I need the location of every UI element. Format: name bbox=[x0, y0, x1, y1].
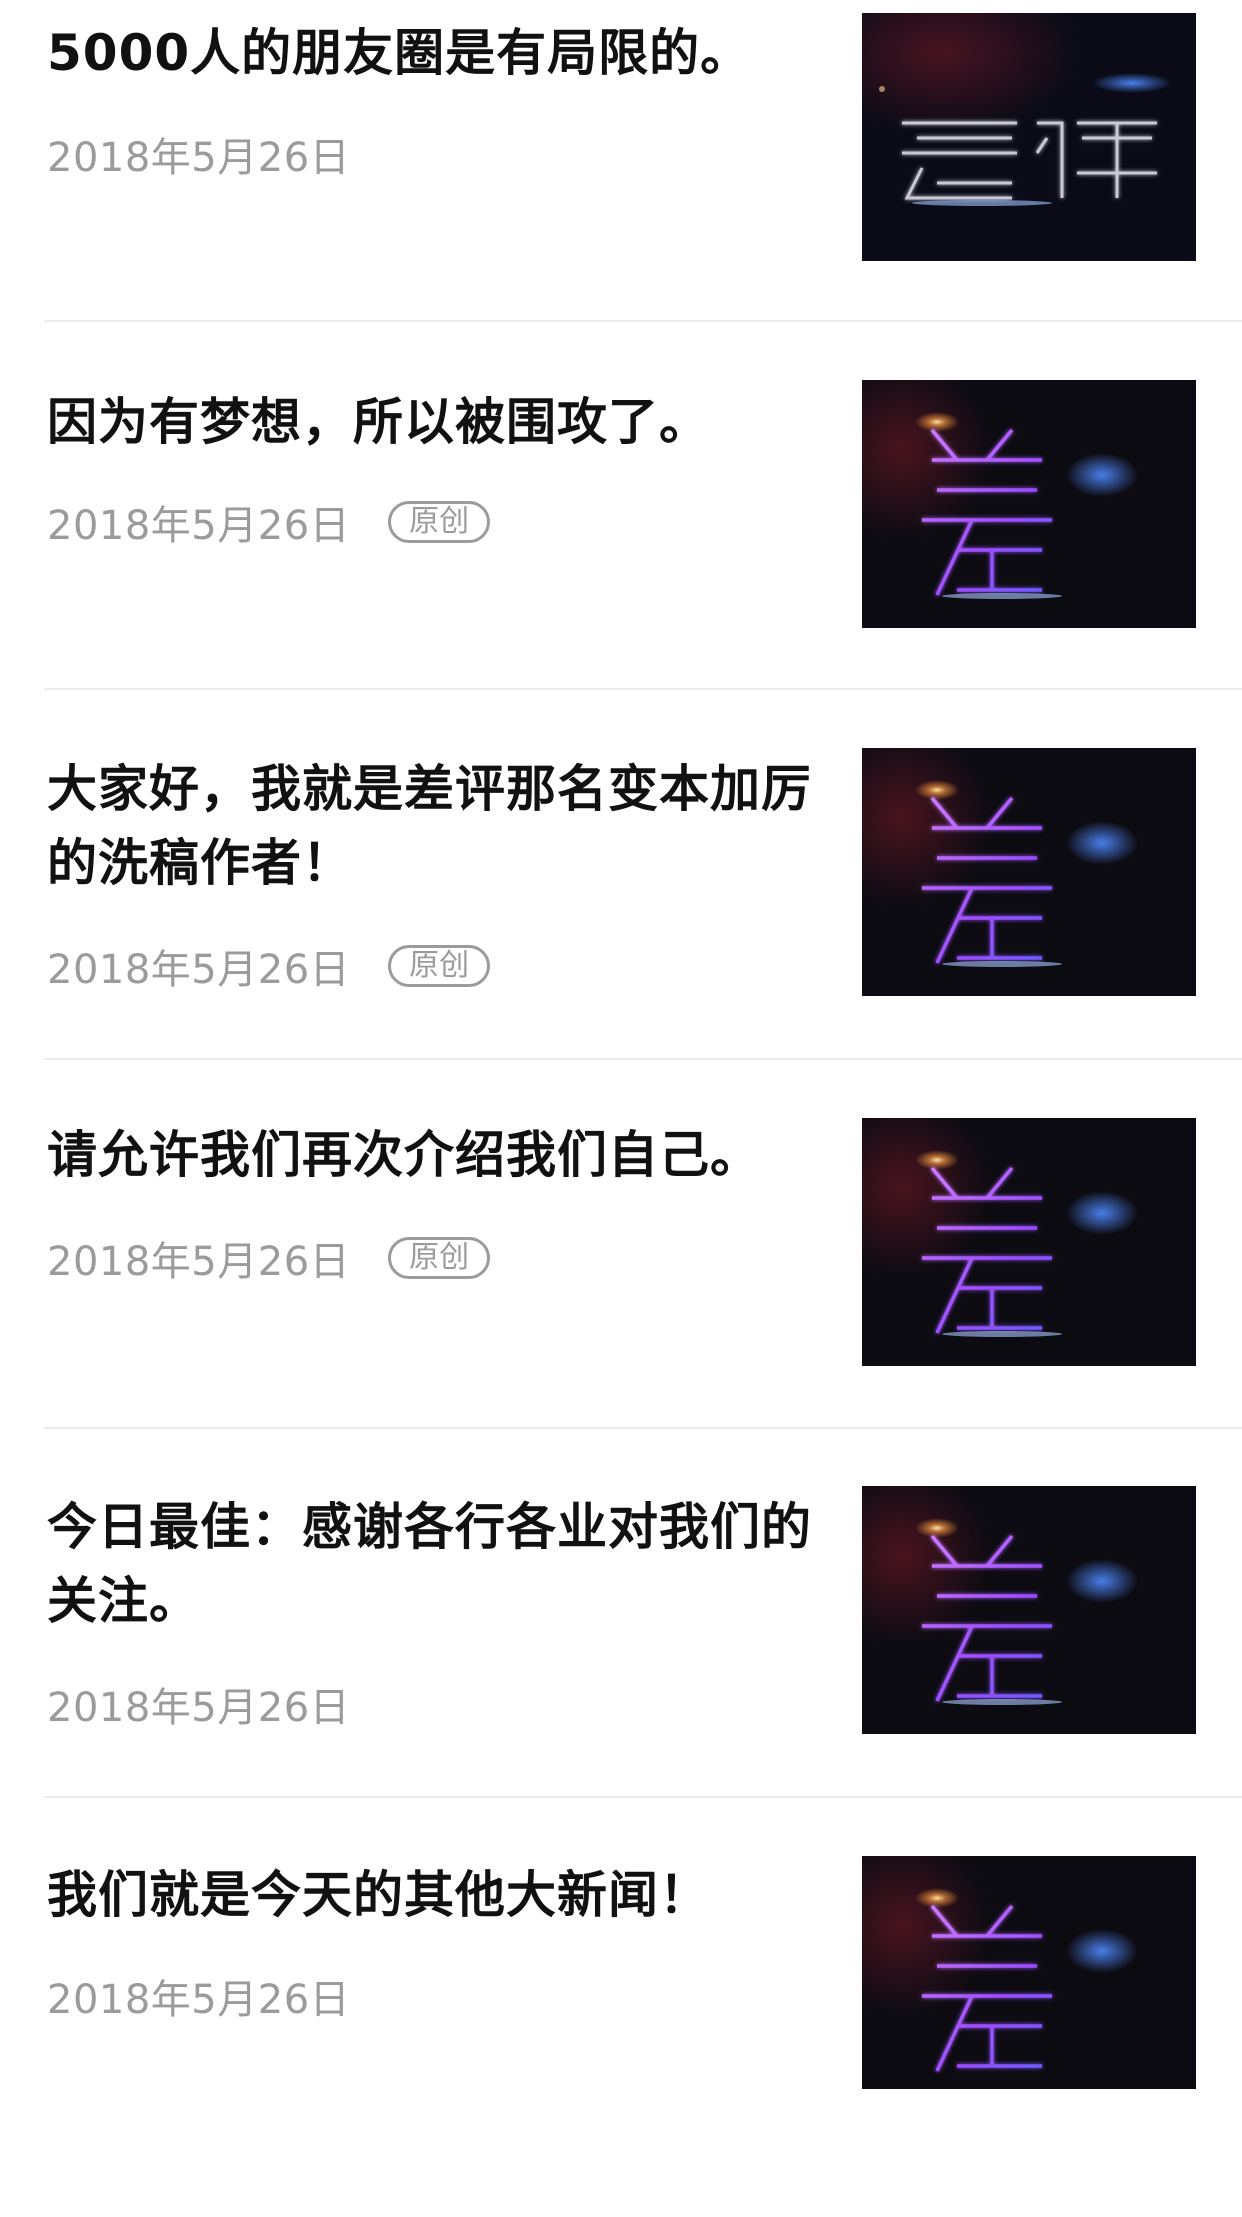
article-item-1[interactable]: 5000人的朋友圈是有局限的。 2018年5月26日 bbox=[0, 0, 1242, 369]
article-date: 2018年5月26日 bbox=[47, 1239, 351, 1285]
chaping-logo-text-thumbnail[interactable] bbox=[862, 13, 1196, 261]
chaping-logo-thumbnail[interactable] bbox=[862, 1118, 1196, 1366]
article-title[interactable]: 请允许我们再次介绍我们自己。 bbox=[47, 1118, 827, 1192]
article-item-2[interactable]: 因为有梦想，所以被围攻了。 2018年5月26日 原创 bbox=[0, 370, 1242, 739]
article-item-6[interactable]: 我们就是今天的其他大新闻！ 2018年5月26日 bbox=[0, 1848, 1242, 2217]
article-meta: 2018年5月26日 原创 bbox=[47, 1228, 491, 1288]
article-date: 2018年5月26日 bbox=[47, 1685, 351, 1731]
divider bbox=[44, 1796, 1242, 1798]
article-title[interactable]: 大家好，我就是差评那名变本加厉的洗稿作者！ bbox=[47, 752, 827, 900]
chaping-logo-thumbnail[interactable] bbox=[862, 1486, 1196, 1734]
article-date: 2018年5月26日 bbox=[47, 503, 351, 549]
divider bbox=[44, 1427, 1242, 1429]
original-badge: 原创 bbox=[388, 501, 491, 543]
article-title[interactable]: 我们就是今天的其他大新闻！ bbox=[47, 1858, 827, 1932]
original-badge: 原创 bbox=[388, 945, 491, 987]
chaping-logo-thumbnail[interactable] bbox=[862, 1856, 1196, 2089]
divider bbox=[44, 688, 1242, 690]
article-title[interactable]: 因为有梦想，所以被围攻了。 bbox=[47, 385, 827, 459]
article-date: 2018年5月26日 bbox=[47, 135, 351, 181]
article-item-3[interactable]: 大家好，我就是差评那名变本加厉的洗稿作者！ 2018年5月26日 原创 bbox=[0, 740, 1242, 1109]
article-meta: 2018年5月26日 bbox=[47, 124, 350, 184]
chaping-logo-thumbnail[interactable] bbox=[862, 380, 1196, 628]
article-meta: 2018年5月26日 原创 bbox=[47, 492, 491, 552]
article-item-4[interactable]: 请允许我们再次介绍我们自己。 2018年5月26日 原创 bbox=[0, 1110, 1242, 1479]
article-title[interactable]: 5000人的朋友圈是有局限的。 bbox=[47, 16, 827, 90]
article-title[interactable]: 今日最佳：感谢各行各业对我们的关注。 bbox=[47, 1490, 827, 1638]
article-meta: 2018年5月26日 bbox=[47, 1674, 350, 1734]
article-meta: 2018年5月26日 bbox=[47, 1966, 350, 2026]
divider bbox=[44, 320, 1242, 322]
article-date: 2018年5月26日 bbox=[47, 947, 351, 993]
original-badge: 原创 bbox=[388, 1237, 491, 1279]
article-date: 2018年5月26日 bbox=[47, 1977, 351, 2023]
article-meta: 2018年5月26日 原创 bbox=[47, 936, 491, 996]
article-list: 5000人的朋友圈是有局限的。 2018年5月26日 因为有梦想，所以被围攻了。… bbox=[0, 0, 1242, 2089]
article-item-5[interactable]: 今日最佳：感谢各行各业对我们的关注。 2018年5月26日 bbox=[0, 1478, 1242, 1847]
divider bbox=[44, 1058, 1242, 1060]
chaping-logo-thumbnail[interactable] bbox=[862, 748, 1196, 996]
